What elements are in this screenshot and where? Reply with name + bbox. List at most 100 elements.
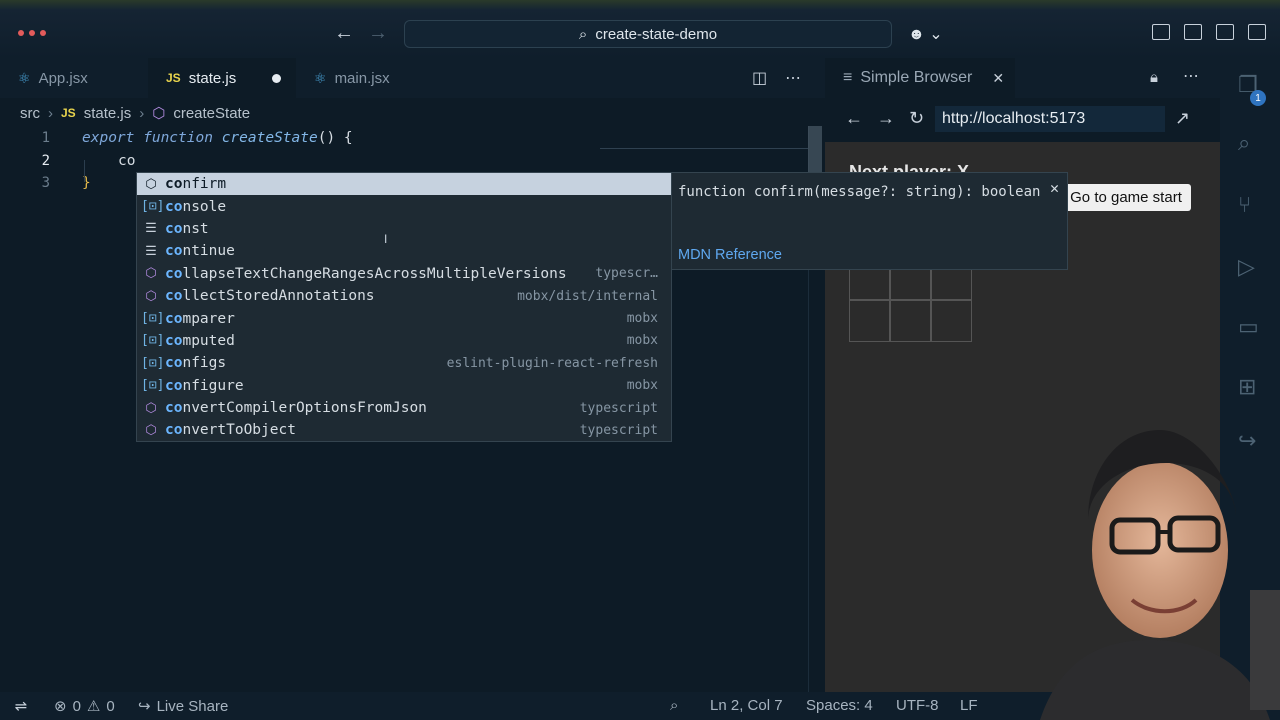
- suggestion-rest: nst: [182, 220, 209, 237]
- close-icon[interactable]: ✕: [1050, 179, 1059, 197]
- suggestion-item[interactable]: [⊡] configure mobx: [137, 375, 671, 397]
- indentation[interactable]: Spaces: 4: [806, 697, 873, 714]
- suggestion-rest: nsole: [182, 198, 227, 215]
- suggestion-match: co: [165, 198, 183, 215]
- editor-actions: ◫ ⋯: [752, 68, 801, 88]
- minimize-window-dot[interactable]: [29, 30, 35, 36]
- browser-tab-label: Simple Browser: [860, 69, 973, 86]
- open-external-icon[interactable]: ↗: [1175, 108, 1190, 129]
- toggle-panel-icon[interactable]: [1216, 24, 1234, 40]
- suggestion-match: co: [165, 422, 183, 439]
- tab-label: App.jsx: [38, 69, 88, 87]
- extensions-icon[interactable]: ⊞: [1238, 374, 1256, 400]
- tab-main-jsx[interactable]: ⚛ main.jsx: [296, 58, 446, 98]
- problems-indicator[interactable]: ⊗ 0 ⚠ 0: [54, 697, 115, 716]
- window-controls[interactable]: [18, 30, 46, 36]
- suggestion-item[interactable]: [⊡] comparer mobx: [137, 307, 671, 329]
- zoom-icon[interactable]: ⌕: [670, 697, 678, 714]
- close-icon[interactable]: ✕: [992, 70, 1004, 87]
- go-to-game-start-button[interactable]: Go to game start: [1061, 184, 1191, 211]
- back-arrow-icon[interactable]: ←: [334, 22, 354, 45]
- suggestion-label: comparer: [165, 311, 235, 327]
- unsaved-changes-dot[interactable]: [272, 73, 282, 83]
- method-icon: ⬡: [145, 288, 157, 304]
- board-square[interactable]: [849, 300, 890, 342]
- tab-label: main.jsx: [334, 69, 390, 87]
- react-icon: ⚛: [314, 69, 327, 86]
- customize-layout-icon[interactable]: [1152, 24, 1170, 40]
- live-share-label: Live Share: [156, 697, 229, 715]
- tab-state-js[interactable]: JS state.js: [148, 58, 296, 98]
- suggestion-label: convertCompilerOptionsFromJson: [165, 400, 427, 416]
- js-icon: JS: [61, 106, 76, 120]
- method-icon: ⬡: [145, 400, 157, 416]
- reload-icon[interactable]: ↻: [909, 108, 924, 129]
- mouse-cursor-icon: I: [384, 232, 388, 246]
- suggestion-list: ⬡ confirm [⊡] console ☰ const ☰ continue ⬡ collap…: [136, 172, 672, 442]
- toggle-primary-sidebar-icon[interactable]: [1184, 24, 1202, 40]
- suggestion-detail: mobx: [626, 311, 658, 327]
- close-window-dot[interactable]: [18, 30, 24, 36]
- suggestion-rest: nvertToObject: [182, 422, 296, 439]
- chevron-right-icon: ›: [48, 104, 53, 122]
- source-control-icon[interactable]: ⑂: [1238, 192, 1251, 218]
- mdn-reference-link[interactable]: MDN Reference: [678, 247, 782, 263]
- code-line-1: export function createState() {: [82, 130, 353, 146]
- suggestion-detail: typescript: [579, 422, 658, 438]
- suggestion-item[interactable]: ⬡ convertCompilerOptionsFromJson typescrip…: [137, 397, 671, 419]
- tab-simple-browser[interactable]: ≡ Simple Browser ✕: [825, 58, 1015, 98]
- suggestion-item[interactable]: [⊡] configs eslint-plugin-react-refresh: [137, 352, 671, 374]
- suggestion-label: convertToObject: [165, 422, 296, 438]
- encoding[interactable]: UTF-8: [896, 697, 939, 714]
- notification-badge: 1: [1250, 90, 1266, 106]
- suggestion-item[interactable]: ⬡ convertToObject typescript: [137, 419, 671, 441]
- suggestion-item[interactable]: ⬡ collapseTextChangeRangesAcrossMultipleV…: [137, 263, 671, 285]
- js-icon: JS: [166, 71, 181, 85]
- command-center[interactable]: ⌕ create-state-demo: [404, 20, 892, 48]
- suggestion-rest: nvertCompilerOptionsFromJson: [182, 400, 427, 417]
- remote-explorer-icon[interactable]: ▭: [1238, 314, 1259, 340]
- suggestion-item[interactable]: [⊡] computed mobx: [137, 330, 671, 352]
- warning-icon: ⚠: [86, 698, 101, 715]
- end-of-line[interactable]: LF: [960, 697, 978, 714]
- variable-icon: [⊡]: [141, 333, 165, 349]
- method-icon: ⬡: [145, 422, 157, 438]
- split-editor-icon[interactable]: ◫: [752, 68, 767, 88]
- forward-arrow-icon[interactable]: →: [368, 22, 388, 45]
- url-input[interactable]: http://localhost:5173: [935, 106, 1165, 132]
- breadcrumb-file[interactable]: state.js: [84, 105, 132, 122]
- tab-app-jsx[interactable]: ⚛ App.jsx: [0, 58, 148, 98]
- remote-indicator-icon[interactable]: ⇌: [0, 692, 42, 720]
- toggle-secondary-sidebar-icon[interactable]: [1248, 24, 1266, 40]
- board-square[interactable]: [890, 300, 931, 342]
- variable-icon: [⊡]: [141, 378, 165, 394]
- lock-icon[interactable]: 🔒︎: [1150, 69, 1158, 86]
- more-actions-icon[interactable]: ⋯: [785, 68, 801, 88]
- run-debug-icon[interactable]: ▷: [1238, 254, 1255, 280]
- current-line-highlight: [600, 148, 808, 149]
- url-text: http://localhost:5173: [942, 110, 1086, 127]
- zoom-window-dot[interactable]: [40, 30, 46, 36]
- scrollbar-thumb[interactable]: [808, 126, 822, 174]
- suggestion-item[interactable]: ⬡ confirm: [137, 173, 671, 196]
- code-keyword: export function: [82, 130, 213, 146]
- cursor-position[interactable]: Ln 2, Col 7: [710, 697, 783, 714]
- live-share-button[interactable]: ↪ Live Share: [138, 697, 229, 716]
- suggestion-item[interactable]: ⬡ collectStoredAnnotations mobx/dist/inter…: [137, 285, 671, 307]
- suggestion-label: collectStoredAnnotations: [165, 288, 375, 304]
- suggestion-detail: mobx: [626, 378, 658, 394]
- suggestion-item[interactable]: ☰ continue: [137, 240, 671, 262]
- breadcrumb-symbol[interactable]: createState: [173, 105, 250, 122]
- more-actions-icon[interactable]: ⋯: [1183, 66, 1199, 86]
- board-square[interactable]: [931, 300, 972, 342]
- suggestion-item[interactable]: ☰ const: [137, 218, 671, 240]
- breadcrumb-folder[interactable]: src: [20, 105, 40, 122]
- suggestion-rest: mparer: [182, 310, 235, 327]
- forward-arrow-icon[interactable]: →: [877, 108, 895, 129]
- search-icon[interactable]: ⌕: [1238, 130, 1250, 156]
- method-icon: ⬡: [152, 105, 166, 122]
- back-arrow-icon[interactable]: ←: [845, 108, 863, 129]
- copilot-icon[interactable]: ☻ ⌄: [908, 24, 943, 44]
- react-icon: ⚛: [18, 69, 31, 86]
- suggestion-item[interactable]: [⊡] console: [137, 195, 671, 217]
